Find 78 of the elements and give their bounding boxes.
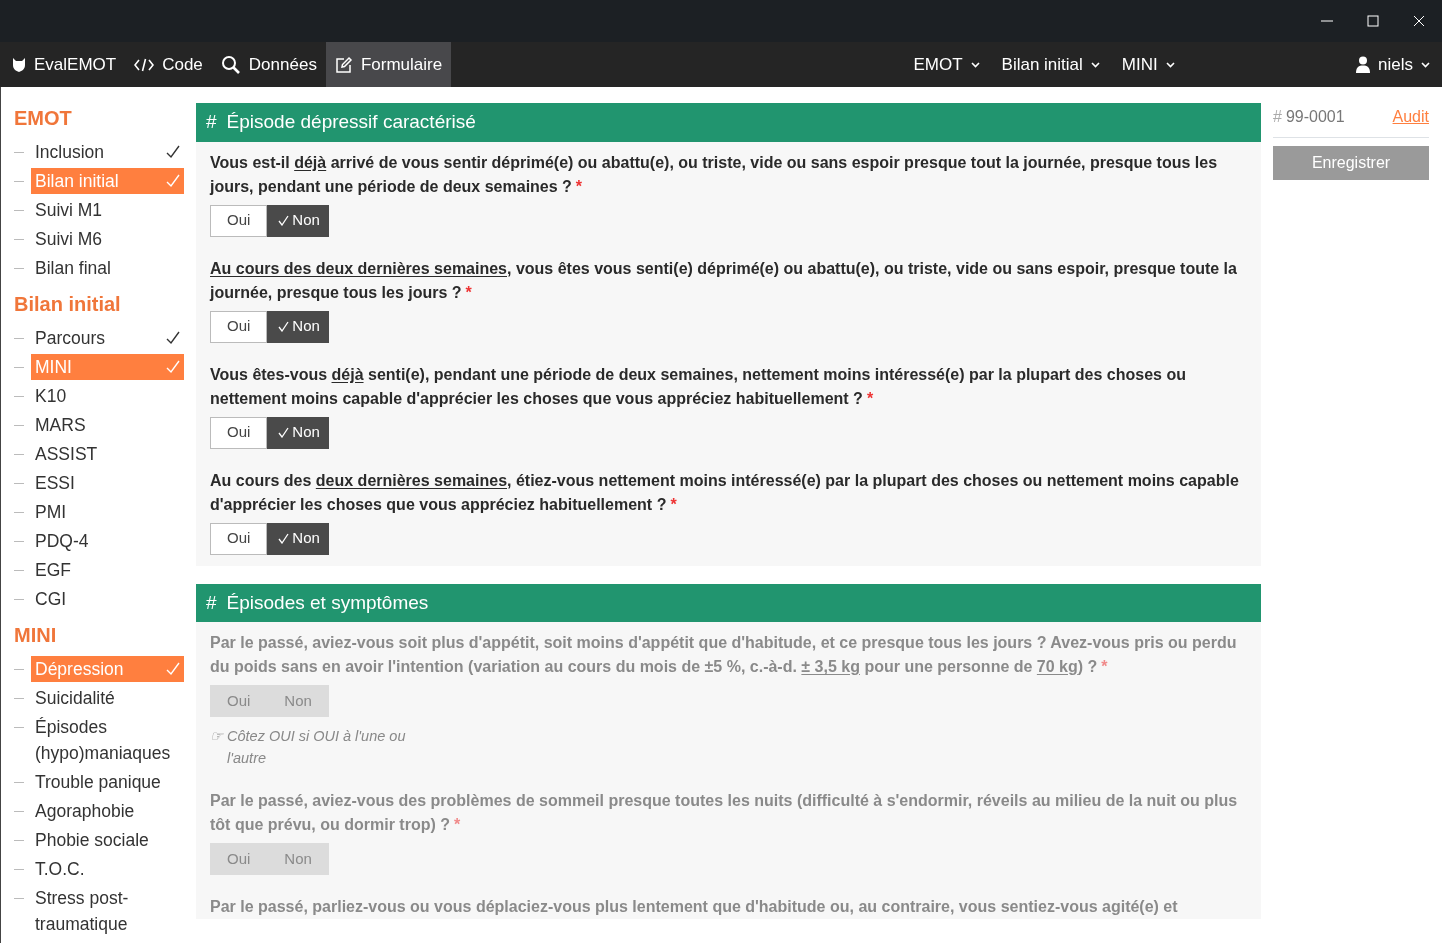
sidebar-item[interactable]: K10	[31, 383, 184, 409]
check-icon	[166, 360, 180, 374]
shield-icon	[12, 56, 26, 73]
sidebar-item[interactable]: Inclusion	[31, 139, 184, 165]
caret-icon	[1165, 61, 1175, 68]
question-text: Vous êtes-vous déjà senti(e), pendant une période de deux semaines, nettement moins intéressé(e) par la plupart des choses ou nettement moins capable d'apprécier les choses que vous appréciez habituellement ? *	[210, 364, 1187, 409]
question-text: Par le passé, parliez-vous ou vous déplaciez-vous plus lentement que d'habitude ou, au contraire, vous sentiez-vous agité(e) et	[210, 897, 1179, 917]
check-icon	[278, 215, 290, 226]
caret-icon	[970, 61, 980, 68]
check-icon	[166, 145, 180, 159]
sidebar-item[interactable]: Parcours	[31, 325, 184, 351]
dropdown-menu-link[interactable]: EMOT	[904, 42, 989, 87]
sidebar-item[interactable]: Agoraphobie	[31, 798, 184, 824]
answer-option[interactable]: Non	[267, 204, 329, 237]
pencil-icon	[334, 55, 353, 74]
close-icon[interactable]	[1413, 15, 1425, 27]
sidebar-item[interactable]: Suivi M1	[31, 197, 184, 223]
answer-option[interactable]: Non	[267, 310, 329, 343]
check-icon	[278, 427, 290, 438]
dropdown-menu-link[interactable]: MINI	[1112, 42, 1184, 87]
question-text: Au cours des deux dernières semaines, vous êtes vous senti(e) déprimé(e) ou abattu(e), ou triste, vide ou sans espoir, presque toute la journée, presque tous les jours ? *	[210, 258, 1238, 303]
brand-link[interactable]: EvalEMOT	[0, 42, 126, 87]
nav-link-label: Code	[162, 53, 203, 76]
nav-link-label: Formulaire	[360, 53, 443, 76]
sidebar-item[interactable]: Phobie sociale	[31, 827, 184, 853]
sidebar-item[interactable]: Suicidalité	[31, 685, 184, 711]
check-icon	[278, 321, 290, 332]
user-menu[interactable]: niels	[1347, 42, 1442, 87]
answer-option[interactable]: Oui	[210, 204, 268, 237]
answer-option[interactable]: Non	[267, 416, 329, 449]
maximize-icon[interactable]	[1367, 15, 1379, 27]
sidebar-item[interactable]: PDQ-4	[31, 528, 184, 554]
search-icon	[220, 54, 241, 75]
section-title: Épisodes et symptômes	[226, 590, 429, 615]
sidebar-item[interactable]: CGI	[31, 586, 184, 612]
section-title: Épisode dépressif caractérisé	[226, 110, 476, 134]
check-icon	[278, 533, 290, 544]
sidebar-item[interactable]: ESSI	[31, 470, 184, 496]
answer-option[interactable]: Oui	[210, 522, 268, 555]
sidebar-item[interactable]: MARS	[31, 412, 184, 438]
record-id: # 99-0001	[1273, 107, 1345, 127]
user-name: niels	[1378, 53, 1413, 76]
sidebar-item[interactable]: Stress post-traumatique	[31, 885, 184, 937]
sidebar-item[interactable]: Trouble panique	[31, 769, 184, 795]
question-text: Par le passé, aviez-vous des problèmes de sommeil presque toutes les nuits (difficulté à s'endormir, réveils au milieu de la nuit ou plus tôt que prévu, ou dormir trop) ? *	[210, 791, 1239, 835]
pointing-hand-icon: ☞	[210, 725, 223, 769]
sidebar-item[interactable]: T.O.C.	[31, 856, 184, 882]
sidebar-item[interactable]: EGF	[31, 557, 184, 583]
nav-link[interactable]: Code	[125, 42, 212, 87]
answer-option[interactable]: Oui	[210, 416, 268, 449]
caret-icon	[1421, 61, 1430, 68]
sidebar-item[interactable]: Bilan final	[31, 255, 184, 281]
sidebar-item[interactable]: PMI	[31, 499, 184, 525]
sidebar-item[interactable]: Suivi M6	[31, 226, 184, 252]
dropdown-menu-link[interactable]: Bilan initial	[992, 42, 1109, 87]
answer-option[interactable]: Non	[267, 522, 329, 555]
caret-icon	[1090, 61, 1100, 68]
check-icon	[166, 662, 180, 676]
nav-link[interactable]: Formulaire	[325, 42, 452, 87]
check-icon	[166, 174, 180, 188]
sidebar-heading: EMOT	[14, 106, 73, 131]
nav-link[interactable]: Données	[211, 42, 326, 87]
answer-option[interactable]: Oui	[210, 310, 268, 343]
code-icon	[134, 57, 155, 72]
hash-mark: #	[206, 590, 217, 615]
check-icon	[166, 331, 180, 345]
nav-link-label: Données	[248, 53, 317, 76]
user-icon	[1356, 56, 1371, 73]
hint-text: Côtez OUI si OUI à l'une ou l'autre	[227, 727, 407, 768]
hash-mark: #	[206, 110, 217, 134]
question-text: Au cours des deux dernières semaines, étiez-vous nettement moins intéressé(e) par la plupart des choses ou nettement moins capable d'apprécier les choses que vous appréciez habituellement ? *	[210, 470, 1240, 515]
brand-name: EvalEMOT	[34, 53, 117, 76]
sidebar-item[interactable]: Épisodes (hypo)maniaques	[31, 714, 184, 766]
question-text: Vous est-il déjà arrivé de vous sentir déprimé(e) ou abattu(e), ou triste, vide ou sans espoir presque tout la journée, presque tous les jours, pendant une période de deux semaines ? *	[210, 152, 1219, 197]
sidebar-heading: MINI	[14, 623, 58, 648]
question-text: Par le passé, aviez-vous soit plus d'appétit, soit moins d'appétit que d'habitude, et ce presque tous les jours ? Avez-vous pris ou perdu du poids sans en avoir l'intention (variation au cours du mois de ±5 %, c.-à-d. ± 3,5 kg pour une personne de 70 kg) ? *	[210, 633, 1238, 677]
sidebar-heading: Bilan initial	[14, 292, 122, 317]
sidebar-item[interactable]: ASSIST	[31, 441, 184, 467]
